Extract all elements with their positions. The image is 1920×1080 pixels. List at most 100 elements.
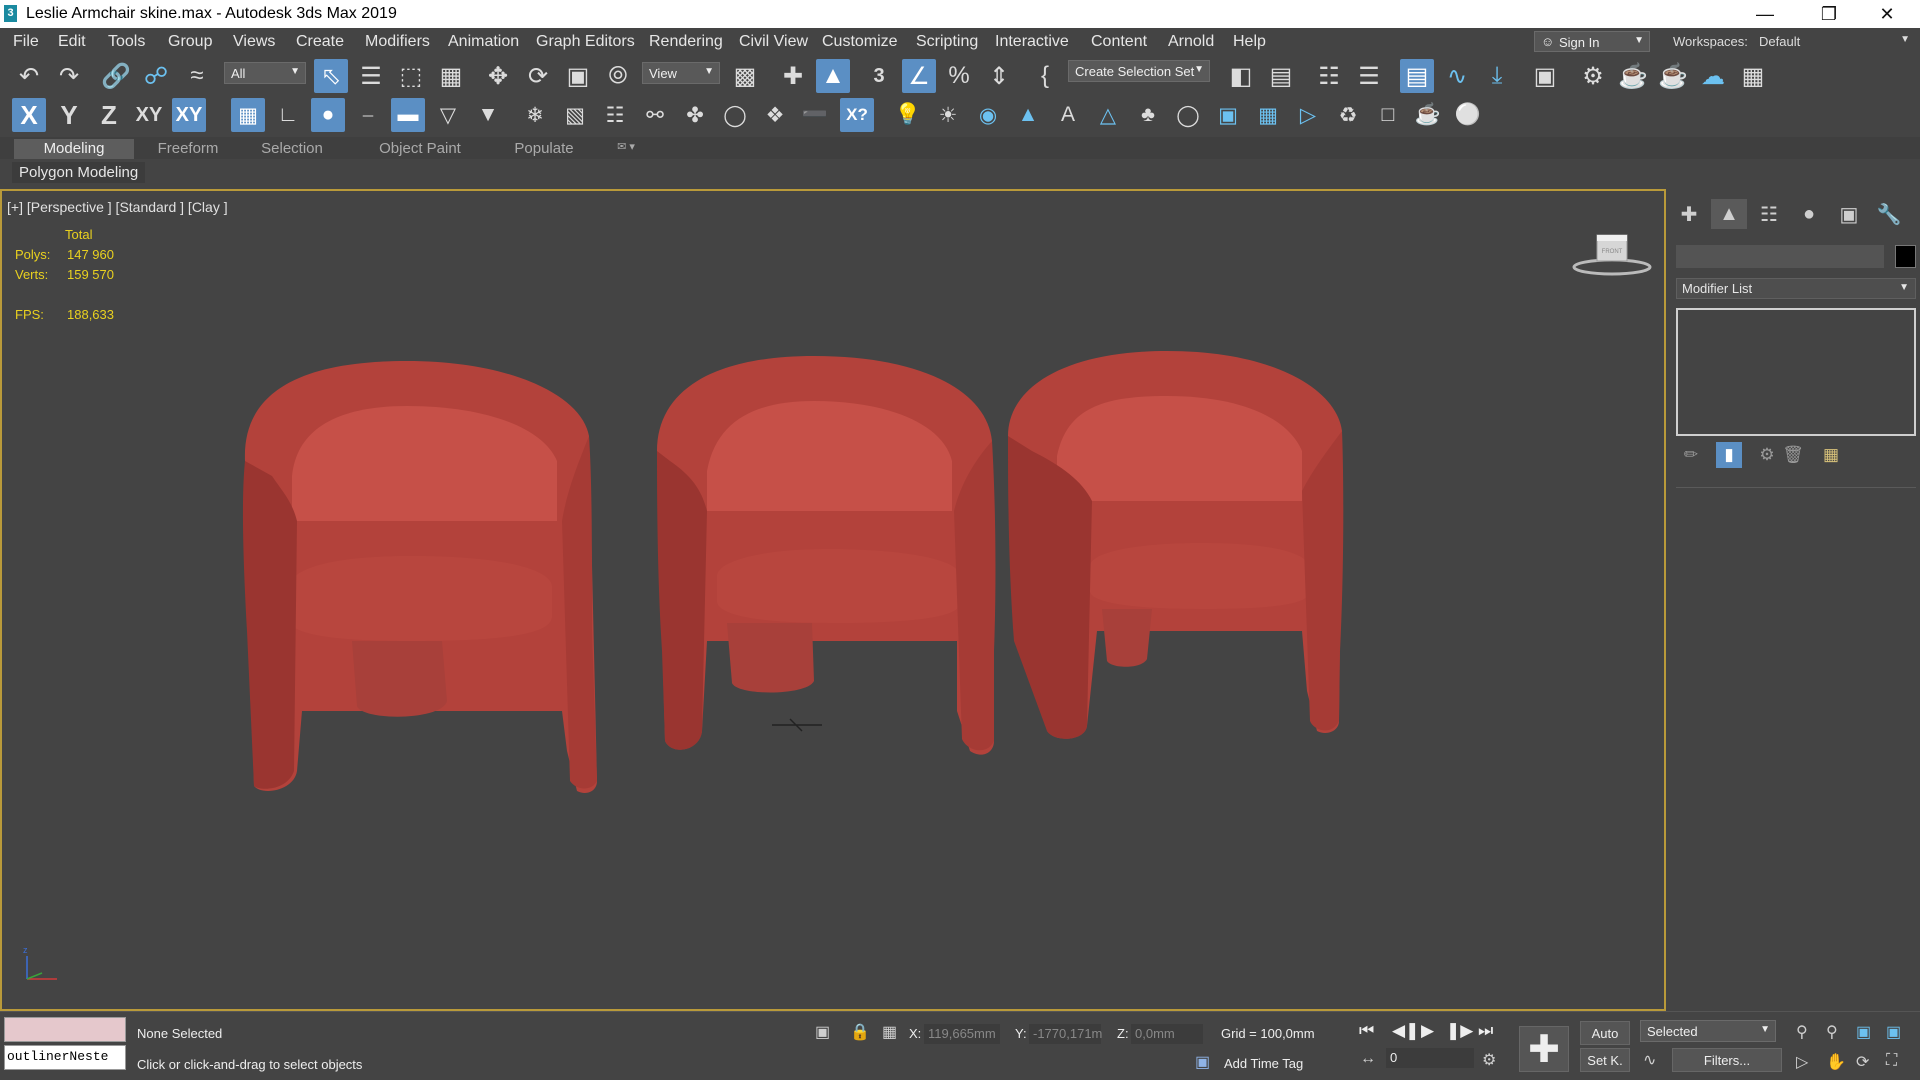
show-end-result-icon[interactable]: ▮ — [1716, 442, 1742, 468]
key-filter-dropdown[interactable]: Selected ▼ — [1640, 1020, 1776, 1042]
percent-snap-icon[interactable]: % — [942, 59, 976, 93]
zoom-extents-icon[interactable]: ▣ — [1856, 1022, 1871, 1042]
plane-icon[interactable]: ▣ — [1211, 98, 1245, 132]
y-coord-field[interactable]: -1770,171m — [1029, 1024, 1102, 1044]
object-name-field[interactable] — [1676, 245, 1884, 268]
menu-create[interactable]: Create — [296, 33, 344, 51]
axis-snap-icon[interactable]: ❖ — [758, 98, 792, 132]
pivot-center-icon[interactable]: ▩ — [728, 59, 762, 93]
scale-icon[interactable]: ▣ — [561, 59, 595, 93]
rendered-frame-window-icon[interactable]: ☕ — [1616, 59, 1650, 93]
render-production-icon[interactable]: ☕ — [1656, 59, 1690, 93]
pin-stack-icon[interactable]: ✏ — [1678, 442, 1704, 468]
snap-face-icon[interactable]: ▬ — [391, 98, 425, 132]
render-shortcuts-icon[interactable]: ▦ — [1736, 59, 1770, 93]
perspective-viewport[interactable]: [+] [Perspective ] [Standard ] [Clay ] T… — [0, 189, 1666, 1011]
rectangular-selection-icon[interactable]: ⬚ — [394, 59, 428, 93]
particle-icon[interactable]: ♻ — [1331, 98, 1365, 132]
close-icon[interactable]: ✕ — [1864, 0, 1910, 28]
axis-y-button[interactable]: Y — [52, 98, 86, 132]
snowflake-icon[interactable]: ❄ — [518, 98, 552, 132]
display-icon[interactable]: ▣ — [1831, 199, 1867, 229]
modifier-stack[interactable] — [1676, 308, 1916, 436]
tab-populate[interactable]: Populate — [494, 139, 594, 159]
named-selection-set-dropdown[interactable]: Create Selection Set ▼ — [1068, 60, 1210, 82]
zoom-icon[interactable]: ⚲ — [1796, 1022, 1808, 1042]
utilities-icon[interactable]: 🔧 — [1871, 199, 1907, 229]
axis-xy-lock-button[interactable]: XY — [172, 98, 206, 132]
remove-modifier-icon[interactable]: 🗑 — [1780, 442, 1806, 468]
goto-end-icon[interactable]: ⏭ — [1478, 1021, 1493, 1041]
set-key-icon[interactable]: ✚ — [1519, 1026, 1569, 1072]
goto-start-icon[interactable]: ⏮ — [1359, 1021, 1374, 1041]
menu-rendering[interactable]: Rendering — [649, 33, 723, 51]
mirror-icon[interactable]: ◧ — [1224, 59, 1258, 93]
zoom-extents-all-icon[interactable]: ▣ — [1886, 1022, 1901, 1042]
lock-icon[interactable]: 🔒 — [850, 1022, 870, 1042]
menu-customize[interactable]: Customize — [822, 33, 898, 51]
hierarchy-icon[interactable]: ☷ — [1751, 199, 1787, 229]
set-key-filter-icon[interactable]: ∿ — [1643, 1050, 1656, 1070]
create-icon[interactable]: ✚ — [1671, 199, 1707, 229]
menu-interactive[interactable]: Interactive — [995, 33, 1069, 51]
modify-icon[interactable]: ▲ — [1711, 199, 1747, 229]
time-configuration-icon[interactable]: ⚙ — [1482, 1050, 1496, 1070]
sun-icon[interactable]: ☀ — [931, 98, 965, 132]
perpendicular-icon[interactable]: ☷ — [598, 98, 632, 132]
axis-x-button[interactable]: X — [12, 98, 46, 132]
snap-use-axis-icon[interactable]: X? — [840, 98, 874, 132]
armchair-center[interactable] — [657, 356, 996, 755]
maximize-viewport-icon[interactable]: ⛶ — [1886, 1052, 1897, 1070]
toggle-ribbon-icon[interactable]: ▤ — [1400, 59, 1434, 93]
menu-tools[interactable]: Tools — [108, 33, 145, 51]
menu-scripting[interactable]: Scripting — [916, 33, 978, 51]
bounding-box-icon[interactable]: ✤ — [678, 98, 712, 132]
z-coord-field[interactable]: 0,0mm — [1131, 1024, 1203, 1044]
absolute-mode-icon[interactable]: ▦ — [882, 1022, 897, 1042]
snap-edge-icon[interactable]: ⎯ — [351, 98, 385, 132]
tab-selection[interactable]: Selection — [242, 139, 342, 159]
isolate-selection-icon[interactable]: ▣ — [815, 1022, 830, 1042]
select-manipulate-icon[interactable]: ✚ — [776, 59, 810, 93]
snap-center-icon[interactable]: ▼ — [471, 98, 505, 132]
time-tag-icon[interactable]: ▣ — [1195, 1052, 1210, 1072]
orbit-icon[interactable]: ⟳ — [1856, 1052, 1869, 1072]
curve-editor-icon[interactable]: ∿ — [1440, 59, 1474, 93]
menu-arnold[interactable]: Arnold — [1168, 33, 1214, 51]
snaps-toggle-icon[interactable]: 3 — [862, 59, 896, 93]
material-editor-icon[interactable]: ▣ — [1528, 59, 1562, 93]
selection-filter-dropdown[interactable]: All ▼ — [224, 62, 306, 84]
grid-points-icon[interactable]: ▧ — [558, 98, 592, 132]
move-icon[interactable]: ✥ — [481, 59, 515, 93]
bulb-off-icon[interactable]: ⚪ — [1451, 98, 1485, 132]
window-crossing-icon[interactable]: ▦ — [434, 59, 468, 93]
angle-snap-icon[interactable]: ∠ — [902, 59, 936, 93]
menu-graph-editors[interactable]: Graph Editors — [536, 33, 635, 51]
select-and-link-icon[interactable]: 🔗 — [99, 59, 133, 93]
menu-animation[interactable]: Animation — [448, 33, 519, 51]
menu-group[interactable]: Group — [168, 33, 212, 51]
menu-content[interactable]: Content — [1091, 33, 1147, 51]
camera-icon[interactable]: ◉ — [971, 98, 1005, 132]
box-icon[interactable]: □ — [1371, 98, 1405, 132]
render-setup-icon[interactable]: ⚙ — [1576, 59, 1610, 93]
light-bulb-icon[interactable]: 💡 — [891, 98, 925, 132]
minimize-icon[interactable]: — — [1742, 0, 1788, 28]
motion-icon[interactable]: ● — [1791, 199, 1827, 229]
edge-snap-icon[interactable]: ➖ — [798, 98, 832, 132]
menu-file[interactable]: File — [13, 33, 39, 51]
tab-freeform[interactable]: Freeform — [138, 139, 238, 159]
snap-grid-icon[interactable]: ▦ — [231, 98, 265, 132]
undo-icon[interactable]: ↶ — [12, 59, 46, 93]
object-color-swatch[interactable] — [1895, 245, 1916, 268]
rotate-icon[interactable]: ⟳ — [521, 59, 555, 93]
bind-to-space-warp-icon[interactable]: ≈ — [180, 59, 214, 93]
endpoint-icon[interactable]: ◯ — [718, 98, 752, 132]
edit-named-selection-icon[interactable]: { — [1028, 59, 1062, 93]
configure-modifier-sets-icon[interactable]: ▦ — [1818, 442, 1844, 468]
workspace-select[interactable]: Default ▼ — [1755, 31, 1915, 52]
snap-pivot-icon[interactable]: ∟ — [271, 98, 305, 132]
make-unique-icon[interactable]: ⚙ — [1754, 442, 1780, 468]
ribbon-options-icon[interactable]: ✉ ▾ — [608, 139, 644, 159]
menu-modifiers[interactable]: Modifiers — [365, 33, 430, 51]
